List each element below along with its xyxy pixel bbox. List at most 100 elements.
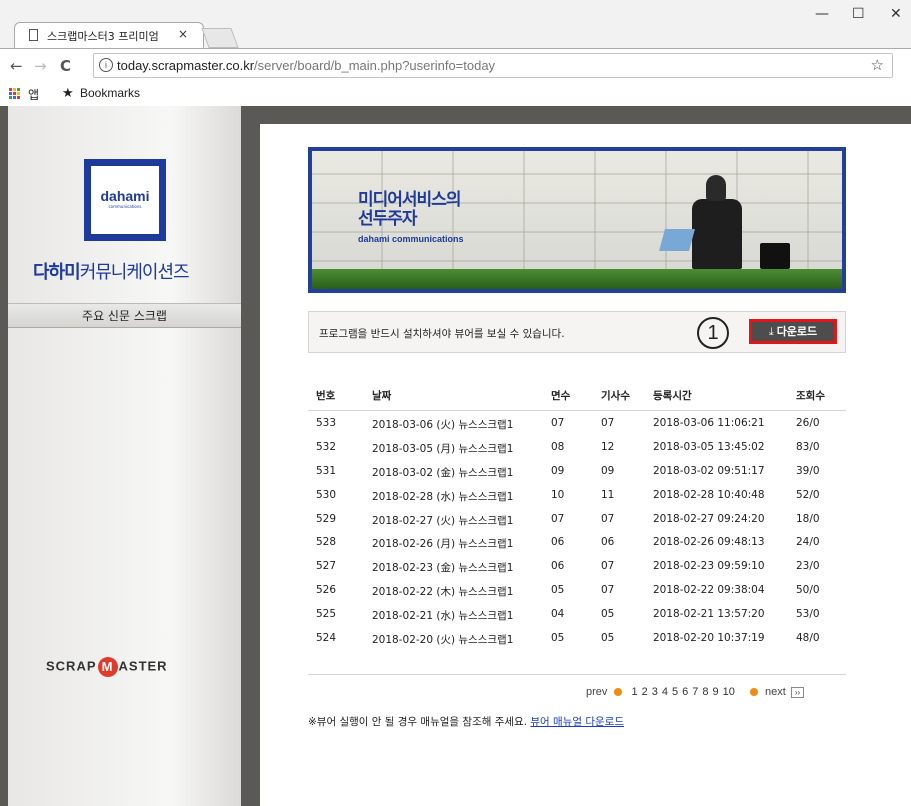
table-row[interactable]: 531 2018-03-02 (金) 뉴스스크랩1 09 09 2018-03-02 0… [308, 459, 846, 483]
main-content: 미디어서비스의 선두주자 dahami communications 프로그램을… [260, 124, 911, 806]
page-number-link[interactable]: 1 [632, 686, 638, 698]
cell-views: 23/0 [796, 560, 820, 573]
col-number: 번호 [316, 390, 336, 402]
browser-titlebar: 스크랩마스터3 프리미엄 × — ☐ ✕ [0, 0, 911, 48]
notice-text: 프로그램을 반드시 설치하셔야 뷰어를 보실 수 있습니다. [319, 328, 565, 340]
cell-date: 2018-02-28 (水) 뉴스스크랩1 [372, 490, 514, 503]
next-page-button[interactable]: ›› [790, 687, 805, 698]
cell-number: 531 [316, 464, 337, 477]
bookmark-star-icon[interactable]: ☆ [871, 56, 884, 74]
next-icon[interactable] [749, 688, 758, 697]
banner: 미디어서비스의 선두주자 dahami communications [308, 147, 846, 293]
prev-icon[interactable] [614, 688, 623, 697]
bookmarks-star-icon: ★ [62, 85, 74, 100]
table-row[interactable]: 528 2018-02-26 (月) 뉴스스크랩1 06 06 2018-02-26 0… [308, 530, 846, 554]
cell-date: 2018-03-06 (火) 뉴스스크랩1 [372, 419, 514, 431]
cell-date: 2018-02-22 (木) 뉴스스크랩1 [372, 586, 514, 599]
page-icon [29, 29, 38, 41]
forward-icon[interactable]: → [34, 57, 47, 75]
page-numbers: 1 2 3 4 5 6 7 8 9 10 [630, 686, 737, 698]
table-row[interactable]: 527 2018-02-23 (金) 뉴스스크랩1 06 07 2018-02-23 0… [308, 554, 846, 578]
cell-articles: 12 [601, 440, 615, 453]
page-number-link[interactable]: 5 [672, 686, 678, 698]
maximize-icon[interactable]: ☐ [852, 6, 865, 22]
logo-text: dahami [100, 188, 150, 204]
cell-pages: 09 [551, 464, 565, 477]
minimize-icon[interactable]: — [815, 6, 829, 22]
apps-icon[interactable] [9, 88, 21, 100]
cell-views: 52/0 [796, 488, 820, 501]
annotation-marker: 1 [697, 317, 729, 349]
close-window-icon[interactable]: ✕ [890, 6, 902, 22]
cell-registered: 2018-03-02 09:51:17 [653, 464, 765, 477]
page-number-link[interactable]: 2 [642, 686, 648, 698]
download-button[interactable]: ⤓ 다운로드 [749, 319, 837, 344]
banner-image: 미디어서비스의 선두주자 dahami communications [312, 151, 842, 289]
table-row[interactable]: 525 2018-02-21 (水) 뉴스스크랩1 04 05 2018-02-21 1… [308, 602, 846, 626]
table-row[interactable]: 533 2018-03-06 (火) 뉴스스크랩1 07 07 2018-03-06 1… [308, 411, 846, 435]
col-registered: 등록시간 [653, 390, 692, 402]
table-row[interactable]: 530 2018-02-28 (水) 뉴스스크랩1 10 11 2018-02-28 1… [308, 483, 846, 507]
cell-views: 18/0 [796, 512, 820, 525]
url-text: today.scrapmaster.co.kr/server/board/b_m… [117, 58, 496, 73]
page-number-link[interactable]: 7 [692, 686, 698, 698]
cell-articles: 07 [601, 417, 615, 429]
pagination: prev 1 2 3 4 5 6 7 8 9 10 next ›› [586, 686, 805, 698]
next-link[interactable]: next [765, 686, 786, 698]
banner-briefcase [760, 243, 790, 269]
cell-articles: 09 [601, 464, 615, 477]
table-row[interactable]: 532 2018-03-05 (月) 뉴스스크랩1 08 12 2018-03-05 1… [308, 435, 846, 459]
address-bar: ← → C i today.scrapmaster.co.kr/server/b… [0, 48, 911, 83]
manual-note: ※뷰어 실행이 안 될 경우 매뉴얼을 참조해 주세요. 뷰어 매뉴얼 다운로드 [308, 716, 625, 728]
cell-date: 2018-02-23 (金) 뉴스스크랩1 [372, 562, 514, 575]
cell-pages: 07 [551, 512, 565, 525]
cell-number: 528 [316, 536, 337, 549]
reload-icon[interactable]: C [60, 57, 71, 75]
info-icon[interactable]: i [99, 58, 113, 72]
cell-views: 48/0 [796, 632, 820, 645]
bookmarks-bar: 앱 ★ Bookmarks [0, 82, 911, 107]
tab-close-icon[interactable]: × [178, 27, 188, 41]
banner-subtitle: dahami communications [358, 234, 464, 244]
prev-link[interactable]: prev [586, 686, 607, 698]
col-articles: 기사수 [601, 390, 630, 402]
logo-subtext: communications [108, 204, 142, 209]
table-row[interactable]: 524 2018-02-20 (火) 뉴스스크랩1 05 05 2018-02-20 1… [308, 626, 846, 650]
page-number-link[interactable]: 4 [662, 686, 668, 698]
page-number-link[interactable]: 10 [723, 686, 735, 698]
dahami-logo[interactable]: dahami communications [84, 159, 166, 241]
url-input[interactable]: i today.scrapmaster.co.kr/server/board/b… [93, 53, 893, 78]
page-background: dahami communications 다하미커뮤니케이션즈 주요 신문 스… [0, 106, 911, 806]
table-row[interactable]: 529 2018-02-27 (火) 뉴스스크랩1 07 07 2018-02-27 0… [308, 507, 846, 531]
cell-date: 2018-02-27 (火) 뉴스스크랩1 [372, 514, 514, 527]
table-row[interactable]: 526 2018-02-22 (木) 뉴스스크랩1 05 07 2018-02-22 0… [308, 578, 846, 602]
cell-views: 39/0 [796, 464, 820, 477]
cell-articles: 05 [601, 608, 615, 621]
back-icon[interactable]: ← [10, 57, 23, 75]
new-tab-button[interactable] [201, 28, 239, 48]
page-number-link[interactable]: 3 [652, 686, 658, 698]
cell-date: 2018-02-26 (月) 뉴스스크랩1 [372, 538, 514, 551]
cell-registered: 2018-02-27 09:24:20 [653, 512, 765, 525]
bookmark-apps[interactable]: 앱 [28, 86, 39, 103]
sidebar: dahami communications 다하미커뮤니케이션즈 주요 신문 스… [8, 106, 241, 806]
cell-registered: 2018-02-22 09:38:04 [653, 584, 765, 597]
cell-articles: 11 [601, 488, 615, 501]
menu-icon[interactable]: ⋮ [905, 59, 911, 75]
cell-articles: 07 [601, 560, 615, 573]
page-number-link[interactable]: 6 [682, 686, 688, 698]
cell-articles: 07 [601, 584, 615, 597]
table-header: 번호 날짜 면수 기사수 등록시간 조회수 [308, 380, 846, 411]
page-number-link[interactable]: 9 [713, 686, 719, 698]
cell-registered: 2018-02-26 09:48:13 [653, 536, 765, 549]
cell-date: 2018-02-21 (水) 뉴스스크랩1 [372, 610, 514, 623]
manual-download-link[interactable]: 뷰어 매뉴얼 다운로드 [530, 716, 624, 728]
cell-articles: 07 [601, 512, 615, 525]
cell-views: 50/0 [796, 584, 820, 597]
cell-number: 530 [316, 488, 337, 501]
page-number-link[interactable]: 8 [702, 686, 708, 698]
cell-number: 533 [316, 417, 337, 429]
menu-item-newspaper-scrap[interactable]: 주요 신문 스크랩 [8, 303, 241, 328]
browser-tab[interactable]: 스크랩마스터3 프리미엄 × [14, 22, 204, 48]
bookmark-folder[interactable]: Bookmarks [80, 86, 140, 100]
